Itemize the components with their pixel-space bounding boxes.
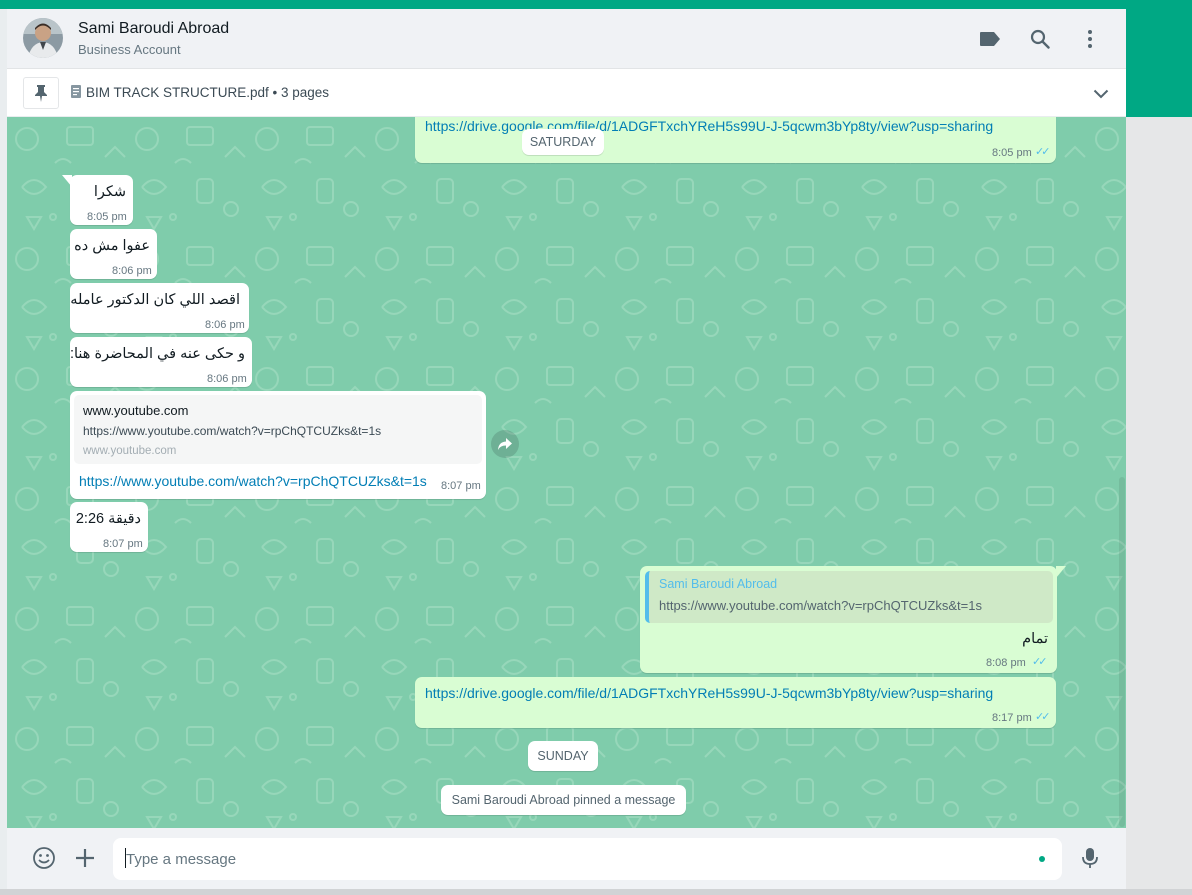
message-time: 8:06 pm [207, 373, 247, 385]
forward-icon[interactable] [491, 430, 519, 458]
text-caret [125, 848, 126, 868]
link-preview-title: www.youtube.com [83, 403, 189, 418]
date-divider-saturday: SATURDAY [522, 129, 604, 155]
read-receipt-icon: ✓✓ [1032, 656, 1048, 668]
message-link[interactable]: https://www.youtube.com/watch?v=rpChQTCU… [79, 473, 427, 489]
message-incoming[interactable]: و حكى عنه في المحاضرة هنا: 8:06 pm [70, 337, 252, 387]
message-incoming[interactable]: شكرا 8:05 pm [70, 175, 133, 225]
emoji-icon[interactable] [31, 845, 57, 871]
pinned-message-bar[interactable]: BIM TRACK STRUCTURE.pdf • 3 pages [7, 69, 1126, 117]
message-text: شكرا [93, 184, 126, 200]
message-link[interactable]: https://drive.google.com/file/d/1ADGFTxc… [425, 118, 993, 134]
scrollbar[interactable] [1119, 477, 1125, 827]
composer-bar [7, 828, 1126, 889]
message-time: 8:06 pm [205, 319, 245, 331]
message-time: 8:07 pm [441, 480, 481, 492]
accent-background [1126, 0, 1192, 117]
menu-icon[interactable] [1077, 26, 1103, 52]
contact-subtitle: Business Account [78, 42, 181, 57]
message-time: 8:05 pm [87, 211, 127, 223]
mic-icon[interactable] [1077, 845, 1103, 871]
message-text: تمام [1022, 631, 1048, 647]
label-icon[interactable] [977, 26, 1003, 52]
message-time: 8:05 pm [992, 147, 1032, 159]
message-incoming[interactable]: عفوا مش ده 8:06 pm [70, 229, 157, 279]
chat-header[interactable]: Sami Baroudi Abroad Business Account [7, 9, 1126, 69]
side-background [1126, 117, 1192, 895]
message-outgoing-reply[interactable]: Sami Baroudi Abroad https://www.youtube.… [640, 566, 1057, 673]
message-time: 8:08 pm [986, 657, 1026, 669]
quoted-text: https://www.youtube.com/watch?v=rpChQTCU… [659, 598, 982, 613]
status-dot [1039, 856, 1045, 862]
message-text: اقصد اللي كان الدكتور عامله [70, 292, 240, 308]
message-time: 8:06 pm [112, 265, 152, 277]
message-outgoing[interactable]: https://drive.google.com/file/d/1ADGFTxc… [415, 117, 1056, 163]
bottom-edge [0, 889, 1192, 895]
message-incoming[interactable]: اقصد اللي كان الدكتور عامله 8:06 pm [70, 283, 249, 333]
chevron-down-icon[interactable] [1090, 83, 1112, 105]
message-time: 8:07 pm [103, 538, 143, 550]
link-preview-domain: www.youtube.com [83, 445, 177, 457]
read-receipt-icon: ✓✓ [1035, 711, 1051, 723]
message-time: 8:17 pm [992, 712, 1032, 724]
contact-name[interactable]: Sami Baroudi Abroad [78, 20, 229, 38]
message-list[interactable]: https://drive.google.com/file/d/1ADGFTxc… [7, 117, 1126, 828]
system-pinned-notice: Sami Baroudi Abroad pinned a message [441, 785, 686, 815]
message-incoming[interactable]: دقيقة 2:26 8:07 pm [70, 502, 148, 552]
message-input[interactable] [113, 838, 1062, 880]
link-preview-description: https://www.youtube.com/watch?v=rpChQTCU… [83, 424, 382, 438]
avatar[interactable] [23, 18, 63, 58]
search-icon[interactable] [1027, 26, 1053, 52]
document-icon [71, 85, 81, 103]
bubble-tail [1056, 566, 1066, 578]
quoted-author: Sami Baroudi Abroad [659, 577, 778, 591]
message-text: و حكى عنه في المحاضرة هنا: [69, 346, 245, 362]
top-accent-strip [0, 0, 1192, 9]
pin-icon[interactable] [23, 77, 59, 109]
quoted-message[interactable]: Sami Baroudi Abroad https://www.youtube.… [645, 571, 1053, 623]
plus-icon[interactable] [72, 845, 98, 871]
message-text: دقيقة 2:26 [75, 511, 141, 527]
message-incoming-link-preview[interactable]: www.youtube.com https://www.youtube.com/… [70, 391, 486, 499]
conversation-panel: Sami Baroudi Abroad Business Account BIM… [7, 9, 1126, 889]
link-preview-card[interactable]: www.youtube.com https://www.youtube.com/… [74, 395, 482, 464]
date-divider-sunday: SUNDAY [528, 741, 598, 771]
message-outgoing[interactable]: https://drive.google.com/file/d/1ADGFTxc… [415, 677, 1056, 728]
message-link[interactable]: https://drive.google.com/file/d/1ADGFTxc… [425, 685, 993, 701]
pinned-message-text[interactable]: BIM TRACK STRUCTURE.pdf • 3 pages [86, 85, 329, 100]
message-text: عفوا مش ده [74, 238, 150, 254]
left-edge [0, 9, 7, 895]
read-receipt-icon: ✓✓ [1035, 146, 1051, 158]
